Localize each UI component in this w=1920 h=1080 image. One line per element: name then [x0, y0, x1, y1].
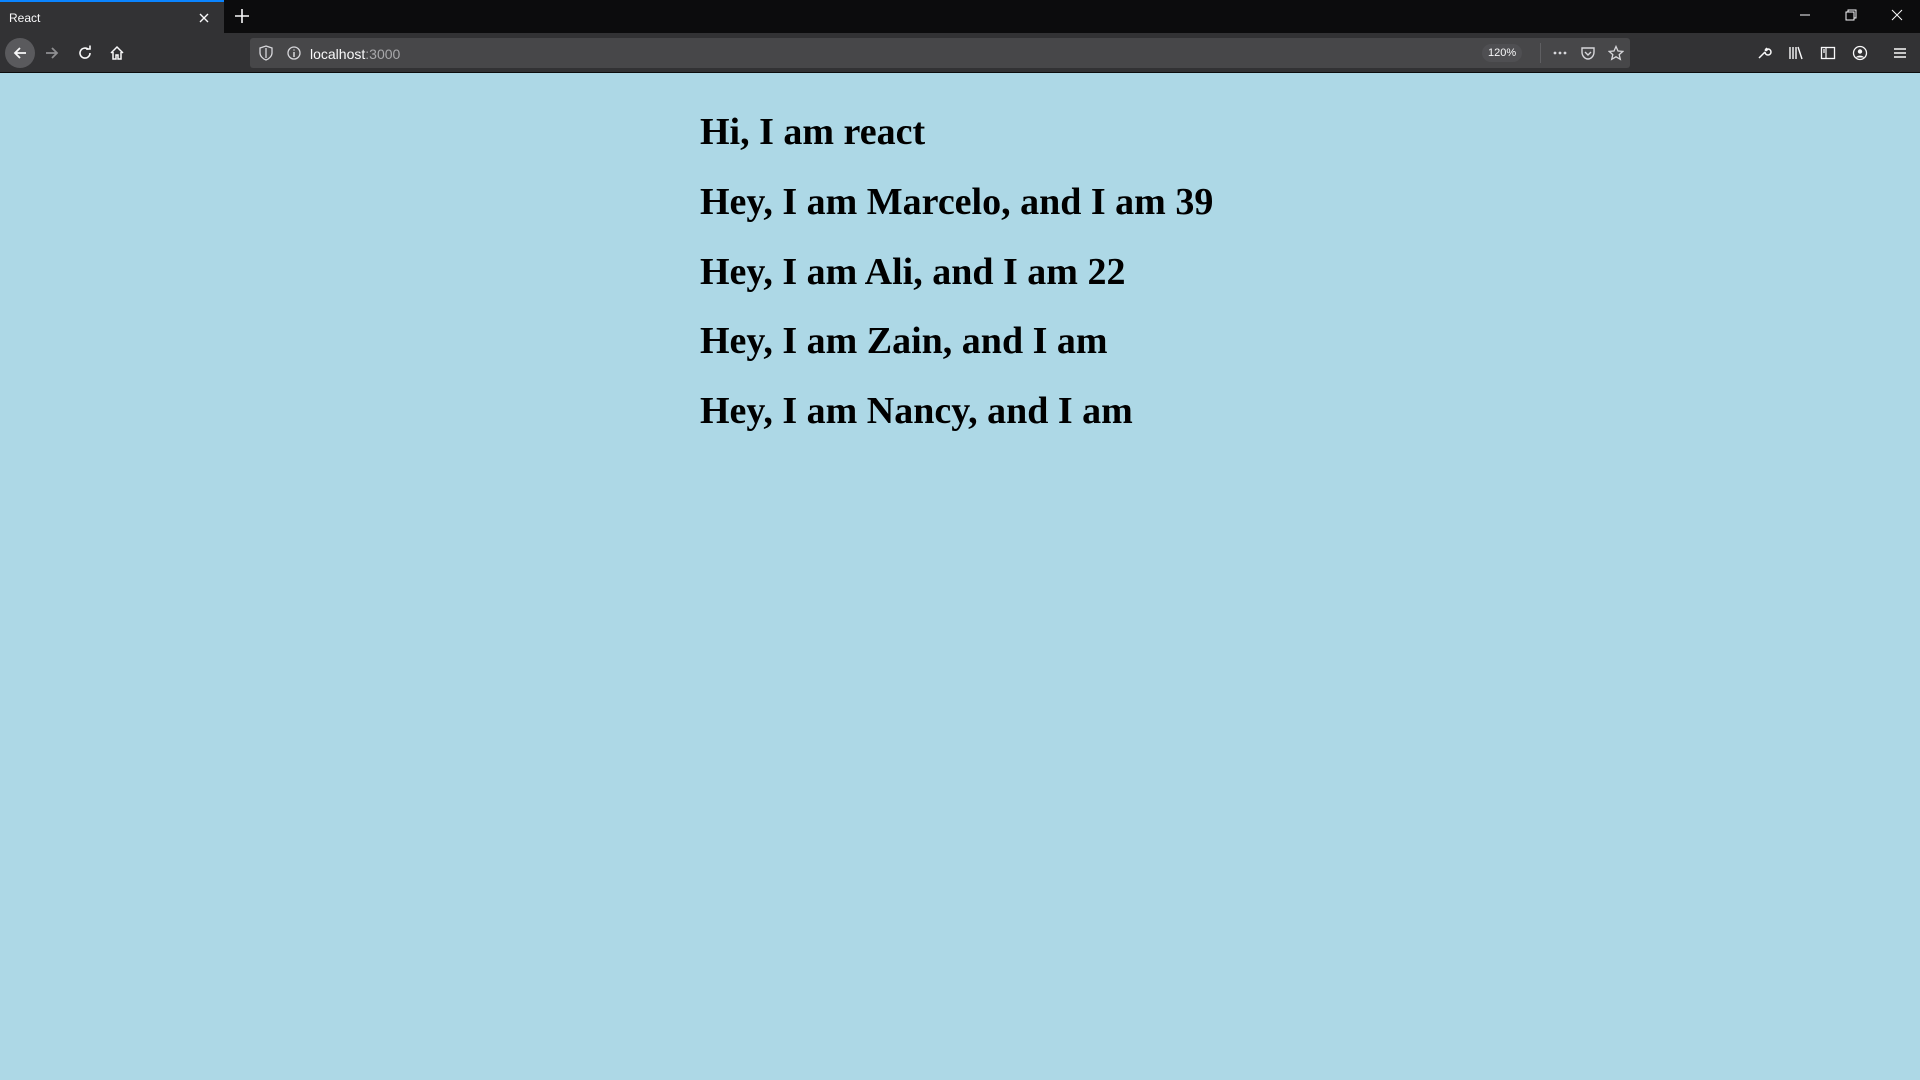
person-line: Hey, I am Marcelo, and I am 39 [700, 181, 1214, 223]
wrench-icon[interactable] [1756, 45, 1772, 61]
url-text[interactable]: localhost:3000 [310, 46, 400, 62]
minimize-icon[interactable] [1782, 0, 1828, 33]
home-button[interactable] [102, 38, 132, 68]
library-icon[interactable] [1788, 45, 1804, 61]
tab-react[interactable]: React [0, 0, 224, 33]
url-port: :3000 [365, 46, 401, 62]
star-icon[interactable] [1608, 45, 1624, 61]
pocket-icon[interactable] [1580, 45, 1596, 61]
plus-icon[interactable] [232, 6, 252, 26]
zoom-level-badge[interactable]: 120% [1482, 44, 1523, 62]
close-window-icon[interactable] [1874, 0, 1920, 33]
url-separator [1540, 43, 1541, 63]
home-icon [110, 45, 124, 60]
hamburger-icon[interactable] [1892, 45, 1908, 61]
reload-icon [79, 45, 91, 59]
page-content: Hi, I am react Hey, I am Marcelo, and I … [0, 74, 1920, 1080]
back-button[interactable] [5, 38, 35, 68]
person-line: Hey, I am Ali, and I am 22 [700, 251, 1126, 293]
tab-title: React [9, 11, 41, 25]
shield-icon[interactable] [258, 45, 274, 61]
arrow-right-icon [46, 47, 59, 59]
more-icon[interactable] [1552, 45, 1568, 61]
forward-button[interactable] [37, 38, 67, 68]
title-bar: React [0, 0, 1920, 33]
arrow-left-icon [13, 47, 26, 59]
sidebar-icon[interactable] [1820, 45, 1836, 61]
close-icon[interactable] [196, 10, 212, 26]
person-line: Hey, I am Nancy, and I am [700, 390, 1133, 432]
info-icon[interactable] [286, 45, 302, 61]
restore-icon[interactable] [1828, 0, 1874, 33]
person-line: Hey, I am Zain, and I am [700, 320, 1108, 362]
navigation-toolbar: localhost:3000 120% [0, 33, 1920, 73]
address-bar[interactable]: localhost:3000 120% [250, 38, 1630, 68]
account-icon[interactable] [1852, 45, 1868, 61]
reload-button[interactable] [70, 38, 100, 68]
greeting-heading: Hi, I am react [700, 111, 926, 153]
url-host: localhost [310, 46, 366, 62]
